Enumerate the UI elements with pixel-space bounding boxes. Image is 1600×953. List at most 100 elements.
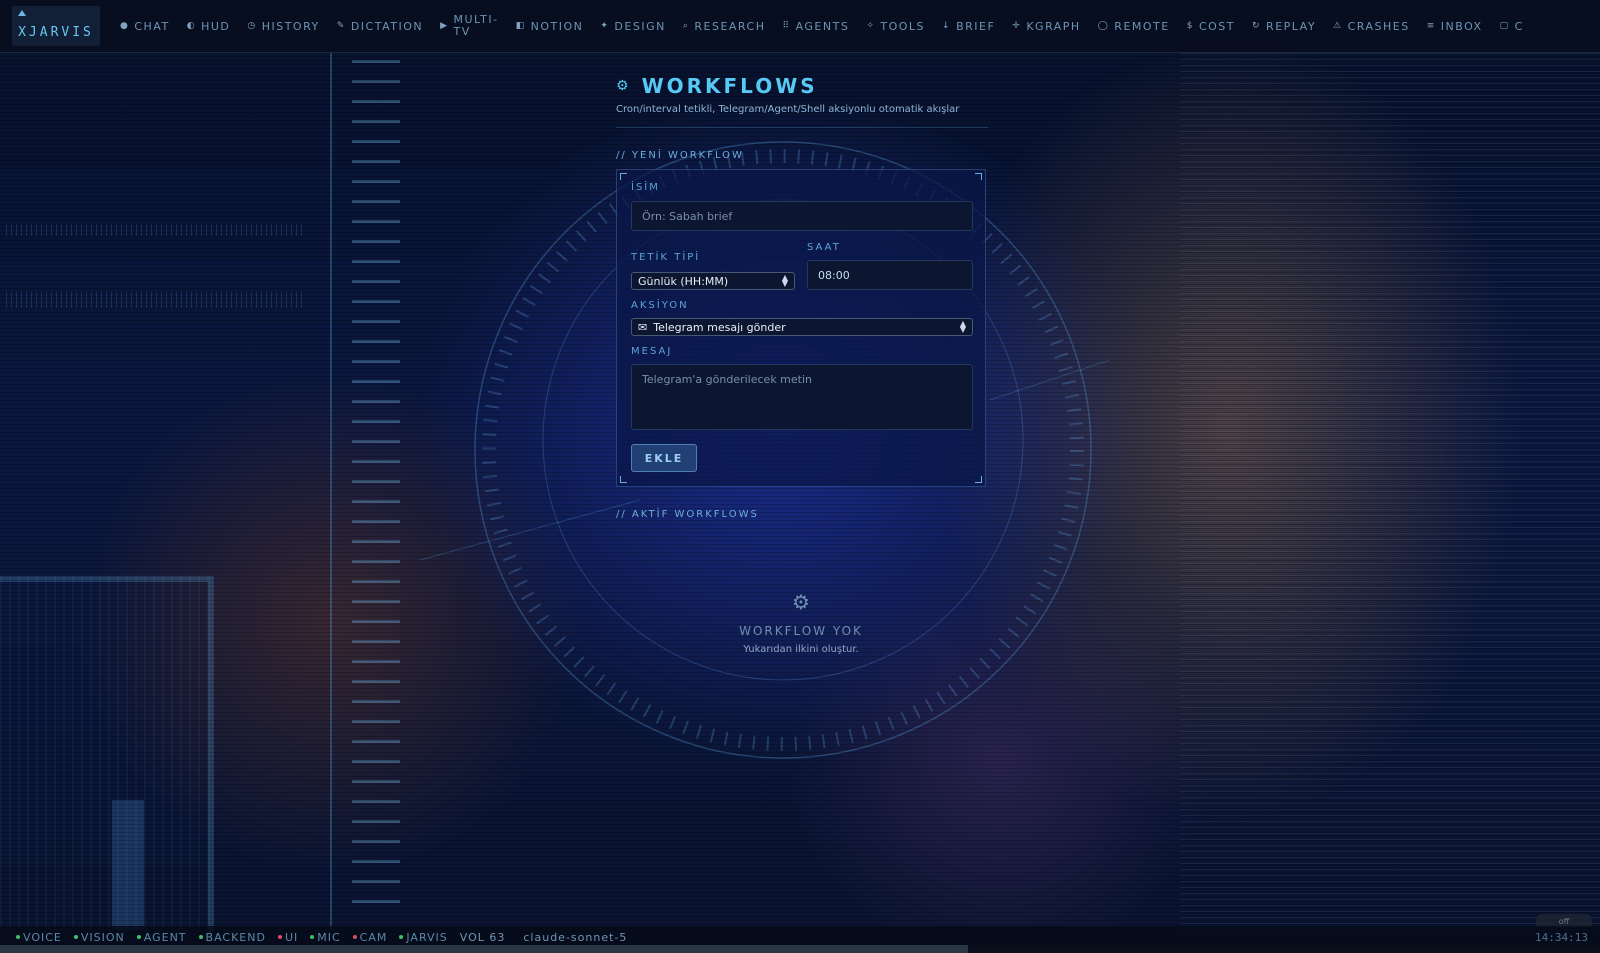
nav-item-remote[interactable]: ◯ REMOTE — [1098, 20, 1170, 33]
new-workflow-form: İSİM SAAT TETİK TİPİ Günlük (HH:MM) ▲▼ A… — [616, 169, 986, 487]
trigger-type-select[interactable]: Günlük (HH:MM) ▲ ▼ — [631, 272, 795, 290]
remote-icon: ◯ — [1097, 21, 1110, 31]
time-input[interactable] — [807, 260, 973, 290]
hud-icon: ◐ — [186, 21, 197, 31]
status-dot-icon — [16, 935, 20, 939]
nav-item-multi-tv[interactable]: ▶ MULTI- TV — [440, 14, 499, 38]
status-dot-icon — [277, 935, 282, 939]
corner-decoration — [620, 476, 627, 483]
cost-icon: $ — [1186, 21, 1194, 31]
brand-logo[interactable]: XJARVIS — [12, 6, 100, 46]
action-value: Telegram mesajı gönder — [653, 320, 786, 334]
status-label: VISION — [80, 930, 125, 944]
name-label: İSİM — [631, 182, 660, 193]
message-label: MESAJ — [631, 346, 673, 357]
status-dot-icon — [136, 935, 141, 939]
nav-item-chat[interactable]: ● CHAT — [120, 20, 170, 33]
nav-item-hud[interactable]: ◐ HUD — [187, 20, 231, 33]
nav-item-label: MULTI- TV — [453, 13, 499, 38]
nav-item-design[interactable]: ✦ DESIGN — [600, 20, 665, 33]
select-arrows-icon: ▲ ▼ — [781, 273, 788, 288]
status-cam: CAM — [352, 930, 388, 944]
add-workflow-button[interactable]: EKLE — [631, 444, 697, 472]
status-dot-icon — [198, 935, 203, 939]
nav-item-inbox[interactable]: ≡ INBOX — [1427, 20, 1483, 33]
nav-item-label: REPLAY — [1266, 19, 1317, 33]
replay-icon: ↻ — [1252, 21, 1262, 31]
top-nav: XJARVIS ● CHAT ◐ HUD ◷ HISTORY ✎ DICTATION ▶ MULT… — [0, 0, 1600, 53]
clock: 14:34:13 — [1535, 930, 1588, 944]
progress-track — [0, 945, 1600, 953]
nav-item-tools[interactable]: ✧ TOOLS — [866, 20, 925, 33]
time-label: SAAT — [807, 242, 841, 253]
status-dot-icon — [399, 935, 404, 939]
brand-triangle-icon — [18, 10, 26, 16]
status-label: MIC — [317, 930, 341, 944]
mini-widget-text: off — [1558, 916, 1570, 926]
history-icon: ◷ — [247, 21, 257, 31]
action-label: AKSİYON — [631, 300, 689, 311]
app-root: XJARVIS ● CHAT ◐ HUD ◷ HISTORY ✎ DICTATION ▶ MULT… — [0, 0, 1600, 953]
multitv-icon: ▶ — [440, 21, 449, 31]
trigger-type-label: TETİK TİPİ — [631, 252, 701, 263]
agents-icon: ⠿ — [782, 21, 791, 31]
nav-item-notion[interactable]: ◧ NOTION — [516, 20, 584, 33]
status-mic: MIC — [310, 931, 340, 944]
nav-item-label: C — [1514, 19, 1524, 33]
nav-item-label: INBOX — [1440, 19, 1483, 33]
nav-item-replay[interactable]: ↻ REPLAY — [1252, 20, 1316, 33]
status-backend: BACKEND — [198, 930, 266, 944]
gear-icon: ⚙ — [792, 590, 810, 614]
nav-item-label: DICTATION — [350, 19, 424, 33]
status-agent: AGENT — [136, 930, 187, 944]
status-voice: VOICE — [16, 931, 62, 944]
nav-item-brief[interactable]: ↓ BRIEF — [942, 20, 995, 33]
trigger-type-value: Günlük (HH:MM) — [638, 274, 729, 288]
crashes-icon: ⚠ — [1333, 21, 1343, 31]
nav-item-dictation[interactable]: ✎ DICTATION — [337, 20, 423, 33]
status-dot-icon — [310, 935, 315, 939]
name-input[interactable] — [631, 201, 973, 231]
nav-item-agents[interactable]: ⠿ AGENTS — [782, 20, 849, 33]
nav-item-label: DESIGN — [614, 19, 666, 33]
corner-decoration — [620, 173, 627, 180]
nav-item-label: NOTION — [530, 19, 584, 33]
status-list: VOICE VISION AGENT BACKEND UI MIC CAM JARVIS — [16, 931, 460, 944]
page-subtitle: Cron/interval tetikli, Telegram/Agent/Sh… — [616, 104, 988, 128]
message-textarea[interactable] — [631, 364, 973, 430]
inbox-icon: ≡ — [1426, 21, 1436, 31]
corner-decoration — [975, 173, 982, 180]
empty-state-title: WORKFLOW YOK — [739, 624, 863, 638]
workflows-page: ⚙ WORKFLOWS Cron/interval tetikli, Teleg… — [616, 74, 988, 520]
new-workflow-heading: // YENİ WORKFLOW — [616, 150, 744, 161]
nav-item-crashes[interactable]: ⚠ CRASHES — [1333, 20, 1410, 33]
brand-label: XJARVIS — [18, 25, 94, 40]
nav-item-label: REMOTE — [1114, 19, 1170, 33]
kgraph-icon: ✛ — [1012, 21, 1022, 31]
status-label: AGENT — [143, 930, 187, 944]
nav-item-label: TOOLS — [880, 19, 926, 33]
nav-item-cost[interactable]: $ COST — [1187, 20, 1235, 33]
status-ui: UI — [277, 931, 298, 944]
empty-state-text: Yukarıdan ilkini oluştur. — [743, 644, 859, 655]
nav-item-c[interactable]: ▢ C — [1500, 20, 1524, 33]
nav-list: ● CHAT ◐ HUD ◷ HISTORY ✎ DICTATION ▶ MULTI- TV ◧ NO… — [120, 14, 1541, 38]
nav-item-research[interactable]: ⌕ RESEARCH — [683, 20, 766, 33]
brief-icon: ↓ — [942, 21, 952, 31]
status-label: CAM — [359, 930, 388, 944]
nav-item-kgraph[interactable]: ✛ KGRAPH — [1012, 20, 1080, 33]
chat-icon: ● — [120, 21, 130, 31]
page-title-text: WORKFLOWS — [641, 74, 818, 98]
nav-item-label: BRIEF — [956, 19, 996, 33]
nav-item-label: KGRAPH — [1026, 19, 1081, 33]
gear-icon: ⚙ — [616, 78, 632, 94]
nav-item-history[interactable]: ◷ HISTORY — [247, 20, 319, 33]
tools-icon: ✧ — [866, 21, 876, 31]
research-icon: ⌕ — [682, 21, 690, 31]
nav-item-label: HUD — [201, 19, 231, 33]
status-label: BACKEND — [205, 930, 266, 944]
status-jarvis: JARVIS — [399, 931, 447, 944]
page-title: ⚙ WORKFLOWS — [616, 74, 988, 98]
status-dot-icon — [73, 935, 78, 939]
action-select[interactable]: ✉ Telegram mesajı gönder ▲ ▼ — [631, 318, 973, 336]
